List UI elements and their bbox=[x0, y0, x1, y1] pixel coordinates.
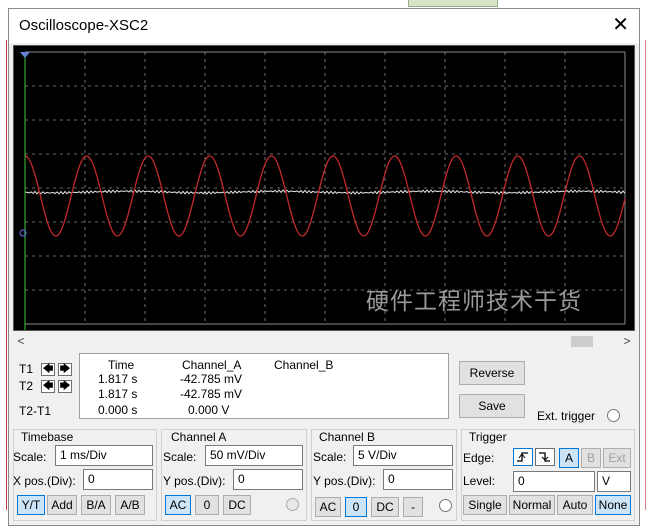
rising-edge-icon[interactable] bbox=[513, 448, 533, 466]
header-channel-a: Channel_A bbox=[182, 358, 242, 372]
t2-t1-label: T2-T1 bbox=[19, 404, 52, 418]
scroll-left-icon[interactable]: < bbox=[13, 333, 29, 350]
channel-b-ac-button[interactable]: AC bbox=[315, 497, 341, 517]
channel-a-trace bbox=[24, 155, 626, 237]
cursor-panel: T1 🡄 🡆 T2 🡄 🡆 T2-T1 Time Channel_A Chann… bbox=[13, 353, 453, 421]
channel-b-ypos-input[interactable]: 0 bbox=[383, 469, 453, 490]
t1-label: T1 bbox=[19, 362, 34, 376]
t1-left-icon[interactable]: 🡄 bbox=[41, 363, 55, 376]
horizontal-scrollbar[interactable]: < > bbox=[13, 333, 635, 350]
channel-a-scale-label: Scale: bbox=[163, 450, 197, 464]
mode-ba-button[interactable]: B/A bbox=[81, 495, 111, 515]
t2-left-icon[interactable]: 🡄 bbox=[41, 380, 55, 393]
channel-b-minus-button[interactable]: - bbox=[403, 497, 423, 517]
t2-time: 1.817 s bbox=[98, 387, 138, 401]
channel-b-zero-button[interactable]: 0 bbox=[345, 497, 367, 517]
trigger-source-a-button[interactable]: A bbox=[559, 448, 579, 468]
trigger-source-b-button[interactable]: B bbox=[581, 448, 601, 468]
ext-trigger-label: Ext. trigger bbox=[537, 409, 596, 423]
channel-a-ypos-label: Y pos.(Div): bbox=[163, 474, 226, 488]
trigger-title: Trigger bbox=[469, 430, 507, 444]
t1-time: 1.817 s bbox=[98, 372, 138, 386]
t1-channel-a: -42.785 mV bbox=[180, 372, 243, 386]
trigger-level-input[interactable]: 0 bbox=[513, 471, 595, 492]
channel-b-scale-label: Scale: bbox=[313, 450, 347, 464]
oscilloscope-window: Oscilloscope-XSC2 ✕ 硬件工程师技术干货 < > T1 🡄 🡆… bbox=[8, 8, 640, 526]
trigger-edge-label: Edge: bbox=[463, 451, 495, 465]
t2-channel-a: -42.785 mV bbox=[180, 387, 243, 401]
channel-a-ypos-input[interactable]: 0 bbox=[233, 469, 303, 490]
diff-time: 0.000 s bbox=[98, 403, 138, 417]
trigger-source-ext-button[interactable]: Ext bbox=[603, 448, 631, 468]
channel-b-scale-input[interactable]: 5 V/Div bbox=[353, 445, 453, 466]
diff-channel-a: 0.000 V bbox=[188, 403, 230, 417]
timebase-xpos-label: X pos.(Div): bbox=[13, 474, 76, 488]
t2-label: T2 bbox=[19, 379, 34, 393]
reverse-button[interactable]: Reverse bbox=[459, 361, 525, 385]
mode-add-button[interactable]: Add bbox=[47, 495, 77, 515]
trigger-level-label: Level: bbox=[463, 474, 496, 488]
trigger-level-unit[interactable]: V bbox=[597, 471, 631, 492]
scope-screen[interactable]: 硬件工程师技术干货 bbox=[13, 45, 635, 331]
timebase-title: Timebase bbox=[21, 430, 74, 444]
channel-a-radio[interactable] bbox=[286, 498, 299, 511]
channel-a-dc-button[interactable]: DC bbox=[223, 495, 251, 515]
header-channel-b: Channel_B bbox=[274, 358, 334, 372]
background-wire bbox=[6, 40, 7, 510]
header-time: Time bbox=[108, 358, 135, 372]
trigger-single-button[interactable]: Single bbox=[463, 495, 507, 515]
title-bar[interactable]: Oscilloscope-XSC2 ✕ bbox=[9, 9, 639, 43]
channel-a-scale-input[interactable]: 50 mV/Div bbox=[205, 445, 303, 466]
channel-b-ypos-label: Y pos.(Div): bbox=[313, 474, 376, 488]
mode-yt-button[interactable]: Y/T bbox=[17, 495, 45, 515]
cursor-readout: Time Channel_A Channel_B 1.817 s -42.785… bbox=[79, 353, 449, 419]
channel-a-ac-button[interactable]: AC bbox=[165, 495, 191, 515]
channel-a-title: Channel A bbox=[171, 430, 227, 444]
timebase-scale-input[interactable]: 1 ms/Div bbox=[55, 445, 153, 466]
timebase-scale-label: Scale: bbox=[13, 450, 47, 464]
channel-b-dc-button[interactable]: DC bbox=[371, 497, 399, 517]
falling-edge-icon[interactable] bbox=[535, 448, 555, 466]
window-title: Oscilloscope-XSC2 bbox=[19, 17, 149, 34]
watermark-text: 硬件工程师技术干货 bbox=[366, 289, 582, 315]
scroll-thumb[interactable] bbox=[571, 336, 593, 347]
trigger-none-button[interactable]: None bbox=[595, 495, 631, 515]
t2-right-icon[interactable]: 🡆 bbox=[58, 380, 72, 393]
ext-trigger-radio[interactable] bbox=[607, 409, 620, 422]
channel-b-title: Channel B bbox=[319, 430, 376, 444]
mode-ab-button[interactable]: A/B bbox=[115, 495, 145, 515]
channel-b-radio[interactable] bbox=[439, 499, 452, 512]
background-component bbox=[408, 0, 498, 7]
t1-right-icon[interactable]: 🡆 bbox=[58, 363, 72, 376]
save-button[interactable]: Save bbox=[459, 394, 525, 418]
background-wire bbox=[645, 40, 646, 510]
close-icon[interactable]: ✕ bbox=[612, 13, 629, 37]
scroll-right-icon[interactable]: > bbox=[619, 333, 635, 350]
channel-a-zero-button[interactable]: 0 bbox=[195, 495, 219, 515]
cursor-t2-handle bbox=[20, 52, 30, 58]
timebase-xpos-input[interactable]: 0 bbox=[83, 469, 153, 490]
trigger-normal-button[interactable]: Normal bbox=[509, 495, 555, 515]
trigger-auto-button[interactable]: Auto bbox=[557, 495, 593, 515]
